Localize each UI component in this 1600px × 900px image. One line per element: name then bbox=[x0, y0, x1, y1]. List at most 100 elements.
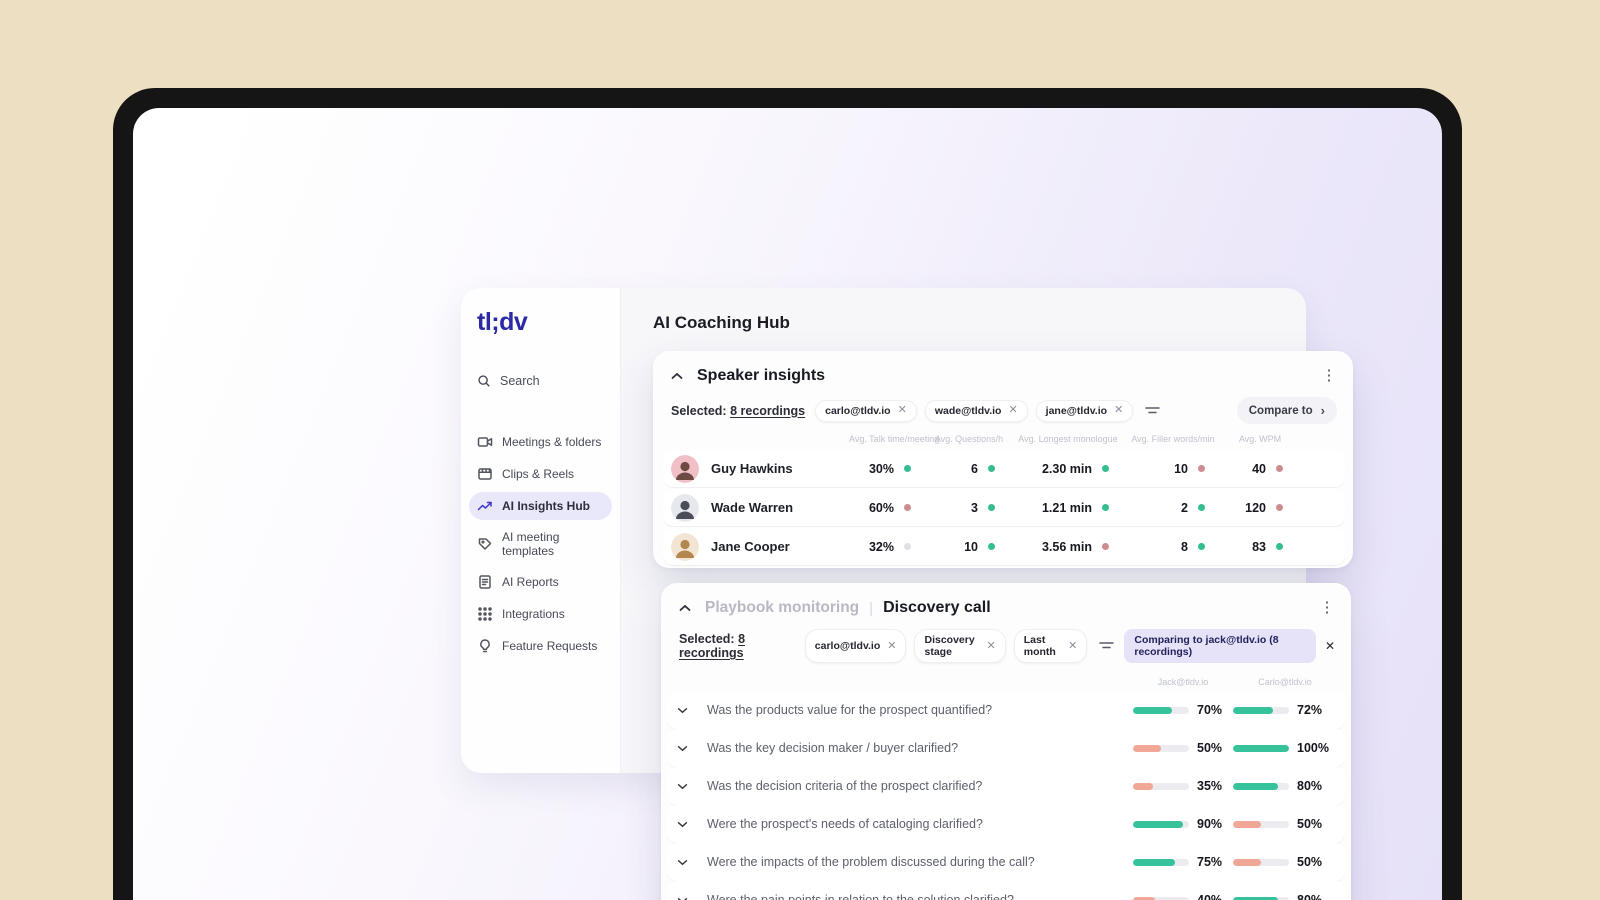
metric-value: 60% bbox=[868, 500, 894, 515]
title-separator: | bbox=[869, 599, 874, 617]
filter-chip[interactable]: carlo@tldv.io ✕ bbox=[804, 629, 907, 663]
metric-value: 30% bbox=[868, 461, 894, 476]
comparing-chip[interactable]: Comparing to jack@tldv.io (8 recordings) bbox=[1124, 629, 1316, 663]
carlo-bar-group: 72% bbox=[1233, 703, 1337, 717]
chevron-down-icon[interactable] bbox=[677, 859, 707, 866]
progress-bar bbox=[1133, 896, 1189, 900]
column-header: Avg. Filler words/min bbox=[1131, 434, 1215, 444]
progress-bar bbox=[1133, 744, 1189, 752]
progress-bar bbox=[1233, 896, 1289, 900]
close-icon[interactable]: ✕ bbox=[987, 640, 996, 652]
chevron-down-icon[interactable] bbox=[677, 707, 707, 714]
metric-value: 83 bbox=[1252, 539, 1266, 554]
search-button[interactable]: Search bbox=[477, 374, 540, 388]
chart-line-icon bbox=[477, 498, 493, 514]
chevron-up-icon[interactable] bbox=[671, 372, 683, 380]
speaker-name: Jane Cooper bbox=[711, 539, 790, 554]
metric-cell: 83 bbox=[1221, 540, 1299, 554]
chevron-down-icon[interactable] bbox=[677, 897, 707, 900]
status-dot bbox=[1198, 543, 1205, 550]
speaker-filter-row: Selected: 8 recordings carlo@tldv.io ✕ w… bbox=[653, 385, 1353, 424]
question-text: Were the impacts of the problem discusse… bbox=[707, 855, 1035, 869]
question-row[interactable]: Were the pain points in relation to the … bbox=[667, 881, 1345, 900]
sidebar-item-ai-meeting-templates[interactable]: AI meeting templates bbox=[469, 524, 612, 564]
playbook-card: Playbook monitoring | Discovery call ⋮ S… bbox=[661, 583, 1351, 900]
filter-chip[interactable]: Last month ✕ bbox=[1013, 629, 1088, 663]
page-title: AI Coaching Hub bbox=[653, 313, 790, 332]
avatar bbox=[671, 493, 699, 522]
status-dot bbox=[988, 504, 995, 511]
question-text: Were the pain points in relation to the … bbox=[707, 893, 1014, 900]
compare-to-button[interactable]: Compare to › bbox=[1236, 397, 1337, 424]
status-dot bbox=[904, 543, 911, 550]
speaker-row[interactable]: Jane Cooper 32% 10 3.56 min 8 83 bbox=[663, 528, 1345, 565]
sidebar-item-clips-reels[interactable]: Clips & Reels bbox=[469, 460, 612, 488]
playbook-title-muted: Playbook monitoring bbox=[705, 599, 860, 616]
filter-chip[interactable]: jane@tldv.io ✕ bbox=[1035, 399, 1134, 422]
sidebar-item-integrations[interactable]: Integrations bbox=[469, 600, 612, 628]
question-text: Was the key decision maker / buyer clari… bbox=[707, 741, 959, 755]
sidebar-nav: Meetings & folders Clips & Reels AI Insi… bbox=[469, 428, 612, 660]
close-icon[interactable]: ✕ bbox=[1068, 640, 1077, 652]
percent-value: 40% bbox=[1197, 893, 1223, 900]
clapperboard-icon bbox=[477, 466, 493, 482]
percent-value: 50% bbox=[1197, 741, 1223, 755]
metric-cell: 60% bbox=[849, 501, 927, 515]
question-text: Were the prospect's needs of cataloging … bbox=[707, 817, 983, 831]
filter-icon[interactable] bbox=[1145, 405, 1161, 417]
percent-value: 75% bbox=[1197, 855, 1223, 869]
close-icon[interactable]: ✕ bbox=[887, 640, 896, 652]
status-dot bbox=[988, 543, 995, 550]
jack-bar-group: 90% bbox=[1133, 817, 1233, 831]
question-row[interactable]: Was the decision criteria of the prospec… bbox=[667, 767, 1345, 805]
sidebar-item-meetings-folders[interactable]: Meetings & folders bbox=[469, 428, 612, 456]
metric-cell: 10 bbox=[927, 540, 1011, 554]
jack-bar-group: 70% bbox=[1133, 703, 1233, 717]
speaker-row[interactable]: Guy Hawkins 30% 6 2.30 min 10 40 bbox=[663, 450, 1345, 487]
sidebar-item-ai-insights-hub[interactable]: AI Insights Hub bbox=[469, 492, 612, 520]
filter-chip[interactable]: carlo@tldv.io ✕ bbox=[815, 399, 917, 422]
avatar bbox=[671, 532, 699, 561]
filter-chip[interactable]: Discovery stage ✕ bbox=[914, 629, 1006, 663]
sidebar-item-feature-requests[interactable]: Feature Requests bbox=[469, 632, 612, 660]
speaker-row[interactable]: Wade Warren 60% 3 1.21 min 2 120 bbox=[663, 489, 1345, 526]
question-row[interactable]: Was the products value for the prospect … bbox=[667, 691, 1345, 729]
chevron-down-icon[interactable] bbox=[677, 821, 707, 828]
column-label-jack: Jack@tldv.io bbox=[1157, 677, 1209, 687]
metric-cell: 32% bbox=[849, 540, 927, 554]
video-camera-icon bbox=[477, 434, 493, 450]
status-dot bbox=[1198, 465, 1205, 472]
percent-value: 50% bbox=[1297, 817, 1323, 831]
selected-recordings-link[interactable]: 8 recordings bbox=[730, 404, 805, 418]
filter-icon[interactable] bbox=[1099, 640, 1115, 652]
kebab-menu-icon[interactable]: ⋮ bbox=[1321, 368, 1337, 383]
metric-value: 32% bbox=[868, 539, 894, 554]
report-doc-icon bbox=[477, 574, 493, 590]
status-dot bbox=[1102, 543, 1109, 550]
percent-value: 72% bbox=[1297, 703, 1323, 717]
progress-bar bbox=[1233, 744, 1289, 752]
filter-chip[interactable]: wade@tldv.io ✕ bbox=[924, 399, 1028, 422]
close-icon[interactable]: ✕ bbox=[1008, 405, 1017, 416]
close-icon[interactable]: ✕ bbox=[898, 405, 907, 416]
question-row[interactable]: Was the key decision maker / buyer clari… bbox=[667, 729, 1345, 767]
close-icon[interactable]: ✕ bbox=[1114, 405, 1123, 416]
column-header: Avg. Questions/h bbox=[934, 434, 1004, 444]
column-header: Avg. WPM bbox=[1238, 434, 1282, 444]
template-tag-icon bbox=[477, 536, 493, 552]
chevron-down-icon[interactable] bbox=[677, 783, 707, 790]
comparing-chip-wrap: Comparing to jack@tldv.io (8 recordings)… bbox=[1124, 629, 1335, 663]
kebab-menu-icon[interactable]: ⋮ bbox=[1319, 600, 1335, 615]
chevron-down-icon[interactable] bbox=[677, 745, 707, 752]
carlo-bar-group: 50% bbox=[1233, 817, 1337, 831]
metric-value: 120 bbox=[1245, 500, 1266, 515]
metric-cell: 6 bbox=[927, 462, 1011, 476]
metric-value: 10 bbox=[1174, 461, 1188, 476]
sidebar-item-ai-reports[interactable]: AI Reports bbox=[469, 568, 612, 596]
playbook-header: Playbook monitoring | Discovery call ⋮ bbox=[661, 583, 1351, 617]
close-icon[interactable]: ✕ bbox=[1325, 639, 1335, 653]
question-row[interactable]: Were the prospect's needs of cataloging … bbox=[667, 805, 1345, 843]
question-row[interactable]: Were the impacts of the problem discusse… bbox=[667, 843, 1345, 881]
chevron-up-icon[interactable] bbox=[679, 604, 691, 612]
metric-cell: 3 bbox=[927, 501, 1011, 515]
